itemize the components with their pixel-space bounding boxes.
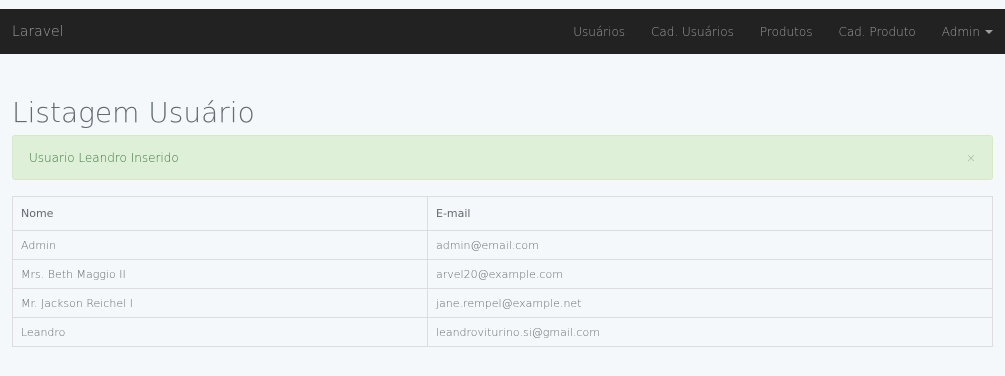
table-row: Mr. Jackson Reichel I jane.rempel@exampl…: [12, 288, 993, 318]
cell-nome: Admin: [12, 230, 428, 260]
table-row: Leandro leandroviturino.si@gmail.com: [12, 317, 993, 347]
nav-item-cad-usuarios[interactable]: Cad. Usuários: [651, 25, 734, 39]
nav-menu: Usuários Cad. Usuários Produtos Cad. Pro…: [547, 25, 993, 39]
cell-nome: Leandro: [12, 317, 428, 347]
cell-email: admin@email.com: [427, 230, 993, 260]
users-table: Nome E-mail Admin admin@email.com Mrs. B…: [12, 196, 993, 347]
cell-email: leandroviturino.si@gmail.com: [427, 317, 993, 347]
table-row: Admin admin@email.com: [12, 230, 993, 260]
top-navbar: Laravel Usuários Cad. Usuários Produtos …: [0, 9, 1005, 54]
column-header-email: E-mail: [427, 196, 993, 231]
nav-item-usuarios[interactable]: Usuários: [573, 25, 625, 39]
user-menu-dropdown[interactable]: Admin: [942, 25, 993, 39]
user-menu-label: Admin: [941, 24, 980, 39]
cell-email: arvel20@example.com: [427, 259, 993, 289]
close-icon[interactable]: ×: [966, 151, 976, 165]
nav-item-cad-produto[interactable]: Cad. Produto: [838, 25, 915, 39]
table-header-row: Nome E-mail: [12, 196, 993, 231]
alert-message: Usuario Leandro Inserido: [29, 150, 179, 165]
page-title: Listagem Usuário: [12, 96, 255, 129]
brand-link[interactable]: Laravel: [12, 24, 64, 40]
table-row: Mrs. Beth Maggio II arvel20@example.com: [12, 259, 993, 289]
cell-nome: Mrs. Beth Maggio II: [12, 259, 428, 289]
caret-down-icon: [985, 29, 993, 34]
column-header-nome: Nome: [12, 196, 428, 231]
nav-item-produtos[interactable]: Produtos: [760, 25, 813, 39]
cell-email: jane.rempel@example.net: [427, 288, 993, 318]
success-alert: Usuario Leandro Inserido ×: [12, 135, 993, 180]
cell-nome: Mr. Jackson Reichel I: [12, 288, 428, 318]
